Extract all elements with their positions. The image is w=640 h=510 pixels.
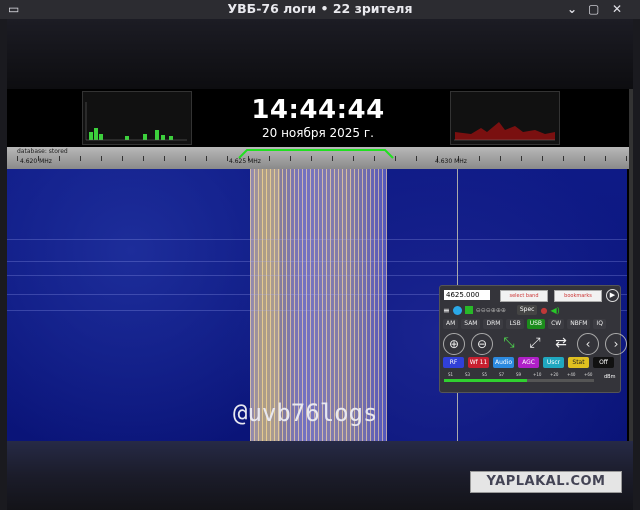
freq-label: 4.620 MHz [20, 158, 52, 165]
s-meter-label: S5 [482, 372, 488, 377]
blurred-background-top [7, 19, 633, 89]
scale-tick [269, 156, 270, 161]
mode-buttons: AM SAM DRM LSB USB CW NBFM IQ [443, 319, 606, 329]
spec-button[interactable]: Spec [516, 305, 538, 315]
waterfall-line [7, 261, 627, 262]
control-button-wf-11[interactable]: Wf 11 [468, 357, 489, 368]
scale-tick [332, 156, 333, 161]
scale-tick [374, 156, 375, 161]
waterfall-line [7, 239, 627, 240]
frequency-scale[interactable]: database: stored 4.620 MHz 4.625 MHz 4.6… [7, 147, 629, 169]
slider-icon[interactable]: ⊖⊖⊖⊕⊕⊕ [476, 307, 506, 314]
s-meter: S1 S3 S5 S7 S9 +10 +20 +40 +60 [444, 372, 604, 384]
scale-tick [605, 156, 606, 161]
control-button-agc[interactable]: AGC [518, 357, 539, 368]
zoom-out-icon[interactable]: ⊖ [471, 333, 493, 355]
s-meter-label: +40 [567, 372, 576, 377]
s-meter-unit: dBm [604, 374, 616, 380]
scale-tick [122, 156, 123, 161]
play-icon[interactable]: ▶ [606, 289, 619, 302]
scale-tick [500, 156, 501, 161]
scale-tick [311, 156, 312, 161]
mode-button-sam[interactable]: SAM [461, 319, 481, 329]
scale-tick [626, 156, 627, 161]
close-icon[interactable]: ✕ [612, 2, 622, 16]
menu-icon[interactable]: ≡ [443, 306, 450, 315]
scale-tick [227, 156, 228, 161]
channel-watermark: @uvb76logs [233, 399, 378, 427]
volume-icon[interactable]: ◀) [550, 306, 559, 315]
scale-tick [290, 156, 291, 161]
frequency-input[interactable]: 4625.000 [444, 290, 490, 300]
zoom-row: ⊕ ⊖ ⤡ ⤢ ⇄ ‹ › [443, 333, 627, 355]
mode-button-usb[interactable]: USB [526, 319, 546, 329]
record-icon[interactable]: ● [540, 306, 547, 315]
scale-tick [17, 156, 18, 161]
scale-tick [185, 156, 186, 161]
zoom-max-icon[interactable]: ⤢ [525, 333, 545, 353]
zoom-to-band-icon[interactable]: ⤡ [499, 333, 519, 353]
mode-button-am[interactable]: AM [443, 319, 459, 329]
function-buttons: RF Wf 11 Audio AGC Uscr Stat Off [443, 357, 614, 368]
s-meter-scale: S1 S3 S5 S7 S9 +10 +20 +40 +60 [444, 372, 604, 377]
sdr-header: 14:44:44 20 ноября 2025 г. [7, 89, 629, 147]
passband-marker[interactable] [238, 149, 394, 159]
control-button-stat[interactable]: Stat [568, 357, 589, 368]
scale-tick [206, 156, 207, 161]
zoom-in-icon[interactable]: ⊕ [443, 333, 465, 355]
freq-label: 4.625 MHz [229, 158, 261, 165]
scale-tick [143, 156, 144, 161]
site-watermark-logo: YAPLAKAL.COM [470, 471, 622, 493]
mode-button-iq[interactable]: IQ [593, 319, 606, 329]
mode-button-drm[interactable]: DRM [483, 319, 504, 329]
s-meter-label: +20 [550, 372, 559, 377]
window-title: УВБ-76 логи • 22 зрителя [227, 1, 413, 16]
scale-tick [542, 156, 543, 161]
waterfall-line [7, 275, 627, 276]
s-meter-track [444, 379, 594, 382]
scale-tick [353, 156, 354, 161]
toolbar-row: ≡ ⊖⊖⊖⊕⊕⊕ Spec ● ◀) [443, 305, 560, 315]
s-meter-label: S1 [448, 372, 454, 377]
control-button-rf[interactable]: RF [443, 357, 464, 368]
scale-tick [479, 156, 480, 161]
scale-tick [521, 156, 522, 161]
mode-button-cw[interactable]: CW [548, 319, 565, 329]
bookmark-select[interactable]: bookmarks [554, 290, 602, 302]
blurred-side [629, 89, 633, 441]
freq-label: 4.630 MHz [435, 158, 467, 165]
clock-time: 14:44:44 [251, 95, 385, 125]
scale-tick [59, 156, 60, 161]
scale-tick [164, 156, 165, 161]
s-meter-label: +10 [533, 372, 542, 377]
maximize-icon[interactable]: ▢ [588, 2, 599, 16]
scale-tick [101, 156, 102, 161]
scale-tick [416, 156, 417, 161]
s-meter-fill [444, 379, 527, 382]
scale-tick [563, 156, 564, 161]
scale-tick [584, 156, 585, 161]
scale-tick [80, 156, 81, 161]
window-titlebar: ▭ УВБ-76 логи • 22 зрителя ⌄ ▢ ✕ [0, 0, 640, 19]
scale-tick [395, 156, 396, 161]
receiver-control-panel: 4625.000 select band bookmarks ▶ ≡ ⊖⊖⊖⊕⊕… [439, 285, 627, 393]
s-meter-label: S9 [516, 372, 522, 377]
squelch-icon[interactable] [464, 306, 473, 314]
s-meter-label: S7 [499, 372, 505, 377]
control-button-audio[interactable]: Audio [493, 357, 514, 368]
chevron-right-icon[interactable]: › [605, 333, 627, 355]
zoom-dot-icon[interactable] [452, 305, 462, 315]
control-button-uscr[interactable]: Uscr [543, 357, 564, 368]
band-select[interactable]: select band [500, 290, 548, 302]
chevron-left-icon[interactable]: ‹ [577, 333, 599, 355]
swap-icon[interactable]: ⇄ [551, 333, 571, 353]
s-meter-label: +60 [584, 372, 593, 377]
mode-button-nbfm[interactable]: NBFM [567, 319, 591, 329]
s-meter-label: S3 [465, 372, 471, 377]
clock-date: 20 ноября 2025 г. [261, 126, 374, 140]
minimize-icon[interactable]: ⌄ [567, 2, 577, 16]
control-button-off[interactable]: Off [593, 357, 614, 368]
video-player[interactable]: 14:44:44 20 ноября 2025 г. database: sto… [7, 19, 633, 510]
mode-button-lsb[interactable]: LSB [506, 319, 524, 329]
